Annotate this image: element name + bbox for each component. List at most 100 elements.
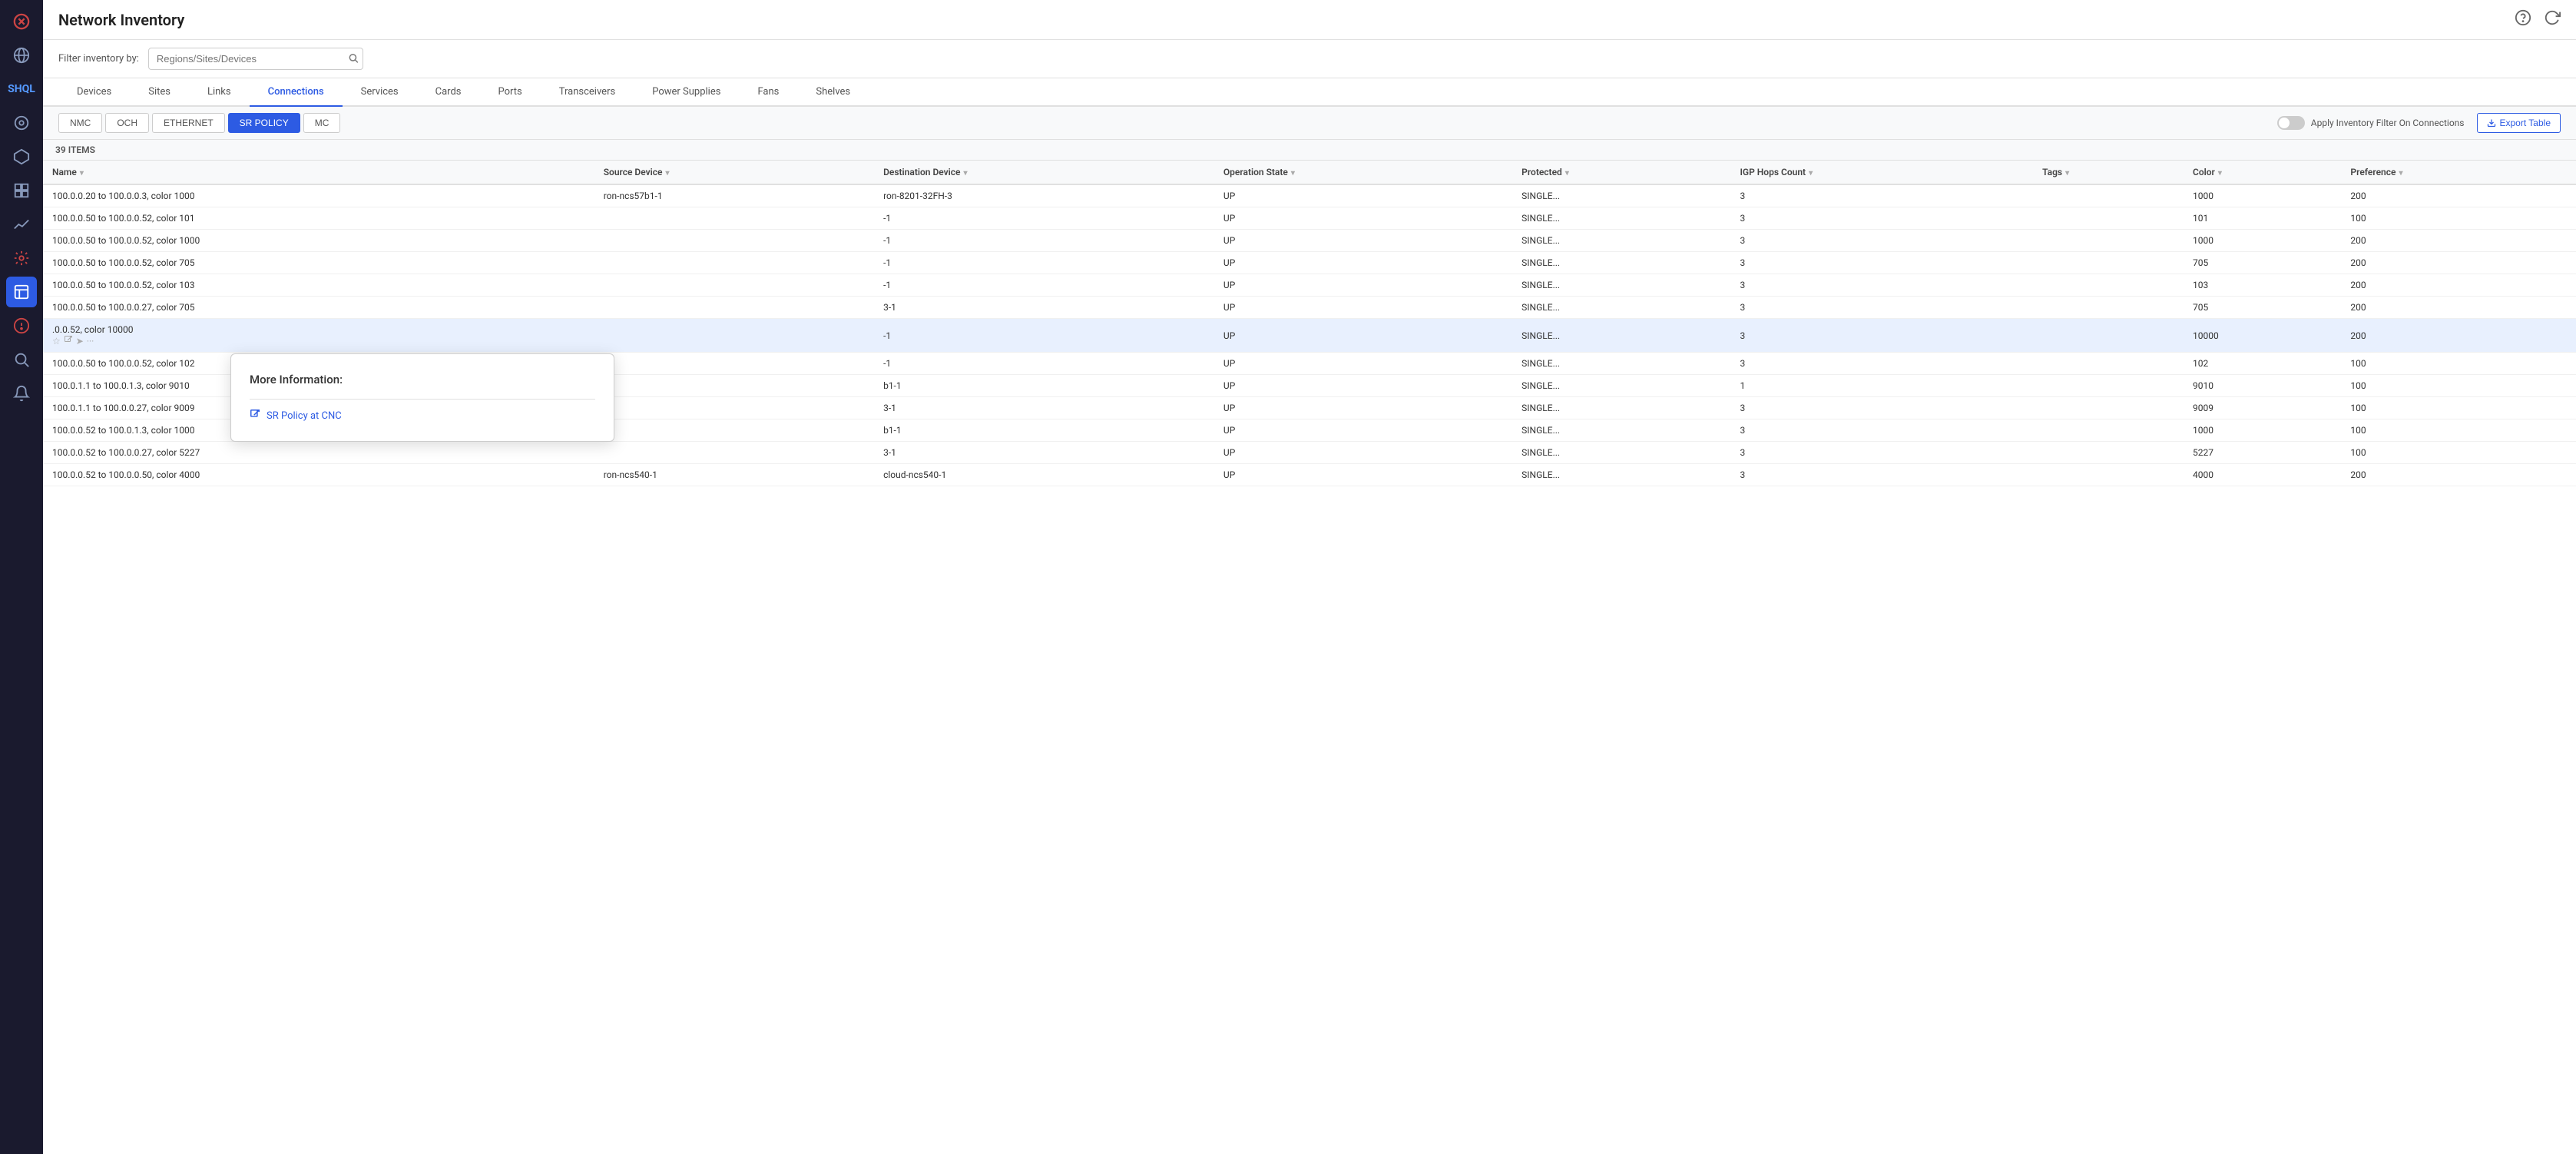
sidebar-layers-icon[interactable] (6, 175, 37, 206)
table-row[interactable]: 100.0.0.50 to 100.0.0.52, color 1000-1UP… (43, 230, 2576, 252)
tab-cards[interactable]: Cards (417, 78, 480, 107)
cell-color: 1000 (2184, 419, 2341, 442)
cell-protected: SINGLE... (1512, 252, 1730, 274)
col-igp-hops-count[interactable]: IGP Hops Count▾ (1730, 161, 2033, 184)
cell-operation-state: UP (1214, 419, 1512, 442)
cell-igp-hops-count: 3 (1730, 397, 2033, 419)
table-row[interactable]: .0.0.52, color 10000 ☆ ➤ ··· -1UPSINGLE.… (43, 319, 2576, 353)
cell-source-device (594, 252, 874, 274)
table-row[interactable]: 100.0.0.50 to 100.0.0.52, color 103-1UPS… (43, 274, 2576, 297)
refresh-icon[interactable] (2544, 9, 2561, 30)
cell-tags (2033, 230, 2184, 252)
cell-source-device (594, 207, 874, 230)
sub-tabs-bar: NMCOCHETHERNETSR POLICYMC Apply Inventor… (43, 107, 2576, 140)
sidebar-tools-icon[interactable] (6, 243, 37, 274)
cell-tags (2033, 252, 2184, 274)
sr-policy-cnc-link[interactable]: SR Policy at CNC (250, 409, 595, 423)
table-row[interactable]: 100.0.0.50 to 100.0.0.27, color 7053-1UP… (43, 297, 2576, 319)
sidebar-notification-icon[interactable] (6, 378, 37, 409)
sidebar-close-icon[interactable] (6, 6, 37, 37)
cell-name: 100.0.0.50 to 100.0.0.52, color 1000 (43, 230, 594, 252)
sub-tab-ethernet[interactable]: ETHERNET (152, 113, 225, 133)
col-tags[interactable]: Tags▾ (2033, 161, 2184, 184)
tab-connections[interactable]: Connections (250, 78, 343, 107)
cell-color: 705 (2184, 297, 2341, 319)
cell-igp-hops-count: 3 (1730, 274, 2033, 297)
sidebar-shql-icon[interactable]: SHQL (6, 74, 37, 104)
table-row[interactable]: 100.0.0.20 to 100.0.0.3, color 1000ron-n… (43, 184, 2576, 207)
col-color[interactable]: Color▾ (2184, 161, 2341, 184)
cell-source-device (594, 397, 874, 419)
sub-tab-nmc[interactable]: NMC (58, 113, 102, 133)
sidebar-network-icon[interactable] (6, 141, 37, 172)
tab-transceivers[interactable]: Transceivers (541, 78, 634, 107)
tab-ports[interactable]: Ports (480, 78, 541, 107)
cell-preference: 100 (2341, 353, 2576, 375)
navigate-icon[interactable]: ➤ (76, 336, 84, 347)
filter-label: Filter inventory by: (58, 53, 139, 65)
tab-shelves[interactable]: Shelves (797, 78, 869, 107)
sidebar-inventory-icon[interactable] (6, 277, 37, 307)
col-destination-device[interactable]: Destination Device▾ (874, 161, 1214, 184)
col-preference[interactable]: Preference▾ (2341, 161, 2576, 184)
cell-destination-device: -1 (874, 252, 1214, 274)
sidebar-globe-icon[interactable] (6, 40, 37, 71)
table-row[interactable]: 100.0.0.50 to 100.0.0.52, color 705-1UPS… (43, 252, 2576, 274)
sidebar-search-icon[interactable] (6, 344, 37, 375)
cell-source-device (594, 419, 874, 442)
tab-sites[interactable]: Sites (130, 78, 189, 107)
inventory-filter-toggle[interactable] (2277, 116, 2305, 130)
external-link-icon[interactable] (64, 335, 73, 347)
col-source-device[interactable]: Source Device▾ (594, 161, 874, 184)
cell-color: 103 (2184, 274, 2341, 297)
sort-icon: ▾ (80, 169, 84, 177)
cell-name: .0.0.52, color 10000 ☆ ➤ ··· (43, 319, 594, 353)
cell-preference: 200 (2341, 184, 2576, 207)
help-icon[interactable] (2515, 9, 2531, 30)
star-icon[interactable]: ☆ (52, 336, 61, 347)
sub-tab-sr-policy[interactable]: SR POLICY (228, 113, 300, 133)
sub-tab-mc[interactable]: MC (303, 113, 341, 133)
table-container: 39 ITEMS Name▾Source Device▾Destination … (43, 140, 2576, 1154)
row-name: .0.0.52, color 10000 (52, 324, 133, 335)
cell-igp-hops-count: 3 (1730, 184, 2033, 207)
cell-color: 1000 (2184, 184, 2341, 207)
table-row[interactable]: 100.0.0.52 to 100.0.0.50, color 4000ron-… (43, 464, 2576, 486)
main-content: Network Inventory Filter inventory by: D… (43, 0, 2576, 1154)
sub-tab-och[interactable]: OCH (105, 113, 149, 133)
cell-destination-device: 3-1 (874, 442, 1214, 464)
export-table-button[interactable]: Export Table (2477, 113, 2561, 133)
tab-services[interactable]: Services (343, 78, 417, 107)
tab-power-supplies[interactable]: Power Supplies (634, 78, 739, 107)
cell-color: 102 (2184, 353, 2341, 375)
sort-icon: ▾ (1809, 169, 1813, 177)
more-icon[interactable]: ··· (87, 336, 94, 347)
cell-source-device: ron-ncs57b1-1 (594, 184, 874, 207)
sidebar-alarm-icon[interactable] (6, 310, 37, 341)
table-row[interactable]: 100.0.0.52 to 100.0.0.27, color 52273-1U… (43, 442, 2576, 464)
page-title: Network Inventory (58, 11, 184, 29)
filter-input-wrap (148, 48, 363, 70)
tab-fans[interactable]: Fans (739, 78, 797, 107)
cell-color: 9009 (2184, 397, 2341, 419)
cell-igp-hops-count: 3 (1730, 230, 2033, 252)
cell-protected: SINGLE... (1512, 375, 1730, 397)
cell-color: 1000 (2184, 230, 2341, 252)
cell-operation-state: UP (1214, 353, 1512, 375)
sidebar-analytics-icon[interactable] (6, 209, 37, 240)
sidebar: SHQL (0, 0, 43, 1154)
popup-title: More Information: (250, 373, 595, 386)
col-operation-state[interactable]: Operation State▾ (1214, 161, 1512, 184)
sidebar-topology-icon[interactable] (6, 108, 37, 138)
filter-search-button[interactable] (348, 52, 359, 65)
filter-input[interactable] (148, 48, 363, 70)
cell-protected: SINGLE... (1512, 397, 1730, 419)
col-protected[interactable]: Protected▾ (1512, 161, 1730, 184)
tab-devices[interactable]: Devices (58, 78, 130, 107)
table-row[interactable]: 100.0.0.50 to 100.0.0.52, color 101-1UPS… (43, 207, 2576, 230)
col-name[interactable]: Name▾ (43, 161, 594, 184)
cell-tags (2033, 274, 2184, 297)
sort-icon: ▾ (963, 169, 967, 177)
tab-links[interactable]: Links (189, 78, 250, 107)
cell-name: 100.0.0.50 to 100.0.0.52, color 705 (43, 252, 594, 274)
